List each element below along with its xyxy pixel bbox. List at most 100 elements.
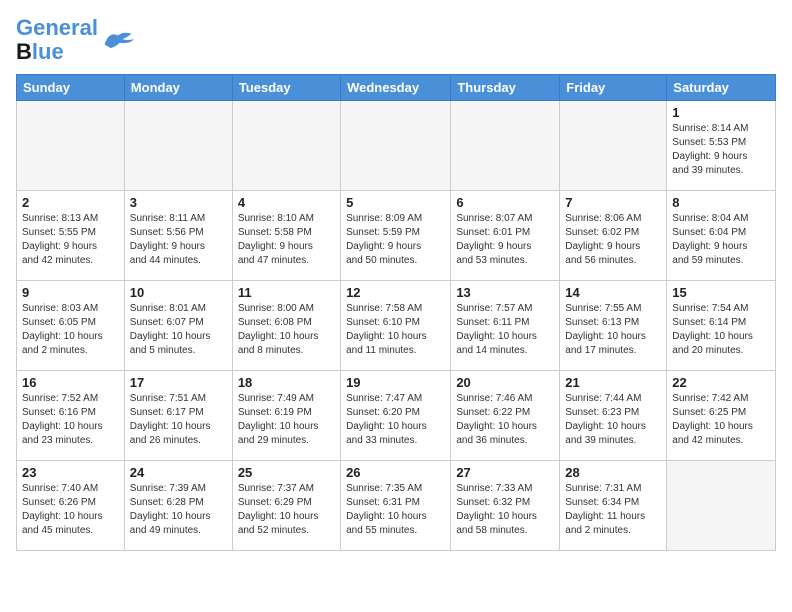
day-cell [341,101,451,191]
day-info: Sunrise: 8:09 AM Sunset: 5:59 PM Dayligh… [346,212,445,268]
day-info: Sunrise: 7:46 AM Sunset: 6:22 PM Dayligh… [456,392,554,448]
day-number: 16 [22,375,119,390]
day-number: 1 [672,105,770,120]
week-row-3: 9 Sunrise: 8:03 AM Sunset: 6:05 PM Daylig… [17,281,776,371]
day-info: Sunrise: 7:39 AM Sunset: 6:28 PM Dayligh… [130,482,227,538]
day-cell: 22 Sunrise: 7:42 AM Sunset: 6:25 PM Dayli… [667,371,776,461]
day-cell: 19Sunrise: 7:47 AM Sunset: 6:20 PM Dayli… [341,371,451,461]
day-cell: 12 Sunrise: 7:58 AM Sunset: 6:10 PM Dayli… [341,281,451,371]
day-info: Sunrise: 7:37 AM Sunset: 6:29 PM Dayligh… [238,482,335,538]
day-number: 10 [130,285,227,300]
day-number: 8 [672,195,770,210]
week-row-2: 2 Sunrise: 8:13 AM Sunset: 5:55 PM Daylig… [17,191,776,281]
day-info: Sunrise: 7:35 AM Sunset: 6:31 PM Dayligh… [346,482,445,538]
day-info: Sunrise: 7:40 AM Sunset: 6:26 PM Dayligh… [22,482,119,538]
logo-bird-icon [100,26,136,54]
day-cell: 21Sunrise: 7:44 AM Sunset: 6:23 PM Dayli… [560,371,667,461]
day-info: Sunrise: 7:47 AM Sunset: 6:20 PM Dayligh… [346,392,445,448]
day-number: 5 [346,195,445,210]
week-row-5: 23 Sunrise: 7:40 AM Sunset: 6:26 PM Dayli… [17,461,776,551]
day-cell [124,101,232,191]
day-info: Sunrise: 7:42 AM Sunset: 6:25 PM Dayligh… [672,392,770,448]
day-cell: 5 Sunrise: 8:09 AM Sunset: 5:59 PM Daylig… [341,191,451,281]
day-info: Sunrise: 7:58 AM Sunset: 6:10 PM Dayligh… [346,302,445,358]
day-cell: 1 Sunrise: 8:14 AM Sunset: 5:53 PM Daylig… [667,101,776,191]
day-info: Sunrise: 8:11 AM Sunset: 5:56 PM Dayligh… [130,212,227,268]
day-cell: 16 Sunrise: 7:52 AM Sunset: 6:16 PM Dayli… [17,371,125,461]
day-cell: 28Sunrise: 7:31 AM Sunset: 6:34 PM Dayli… [560,461,667,551]
day-cell: 26Sunrise: 7:35 AM Sunset: 6:31 PM Dayli… [341,461,451,551]
day-cell: 7 Sunrise: 8:06 AM Sunset: 6:02 PM Daylig… [560,191,667,281]
day-info: Sunrise: 8:10 AM Sunset: 5:58 PM Dayligh… [238,212,335,268]
day-info: Sunrise: 8:01 AM Sunset: 6:07 PM Dayligh… [130,302,227,358]
day-info: Sunrise: 8:14 AM Sunset: 5:53 PM Dayligh… [672,122,770,178]
day-cell [451,101,560,191]
day-info: Sunrise: 8:04 AM Sunset: 6:04 PM Dayligh… [672,212,770,268]
day-cell: 9 Sunrise: 8:03 AM Sunset: 6:05 PM Daylig… [17,281,125,371]
day-number: 27 [456,465,554,480]
day-number: 21 [565,375,661,390]
day-cell: 13 Sunrise: 7:57 AM Sunset: 6:11 PM Dayli… [451,281,560,371]
weekday-header-thursday: Thursday [451,75,560,101]
day-cell [560,101,667,191]
day-number: 22 [672,375,770,390]
day-cell: 15 Sunrise: 7:54 AM Sunset: 6:14 PM Dayli… [667,281,776,371]
day-cell: 14Sunrise: 7:55 AM Sunset: 6:13 PM Dayli… [560,281,667,371]
day-cell: 17 Sunrise: 7:51 AM Sunset: 6:17 PM Dayli… [124,371,232,461]
weekday-header-monday: Monday [124,75,232,101]
day-cell: 25 Sunrise: 7:37 AM Sunset: 6:29 PM Dayli… [232,461,340,551]
weekday-header-friday: Friday [560,75,667,101]
day-number: 9 [22,285,119,300]
day-number: 15 [672,285,770,300]
weekday-header-sunday: Sunday [17,75,125,101]
day-cell: 11 Sunrise: 8:00 AM Sunset: 6:08 PM Dayli… [232,281,340,371]
logo-text: GeneralBlue [16,16,98,64]
day-number: 28 [565,465,661,480]
day-number: 2 [22,195,119,210]
day-number: 24 [130,465,227,480]
day-cell: 10 Sunrise: 8:01 AM Sunset: 6:07 PM Dayli… [124,281,232,371]
day-info: Sunrise: 7:55 AM Sunset: 6:13 PM Dayligh… [565,302,661,358]
day-cell: 3 Sunrise: 8:11 AM Sunset: 5:56 PM Daylig… [124,191,232,281]
weekday-header-tuesday: Tuesday [232,75,340,101]
day-info: Sunrise: 7:49 AM Sunset: 6:19 PM Dayligh… [238,392,335,448]
weekday-header-saturday: Saturday [667,75,776,101]
day-cell: 18 Sunrise: 7:49 AM Sunset: 6:19 PM Dayli… [232,371,340,461]
day-info: Sunrise: 7:33 AM Sunset: 6:32 PM Dayligh… [456,482,554,538]
day-cell [232,101,340,191]
day-info: Sunrise: 8:07 AM Sunset: 6:01 PM Dayligh… [456,212,554,268]
day-cell: 8 Sunrise: 8:04 AM Sunset: 6:04 PM Daylig… [667,191,776,281]
day-info: Sunrise: 8:00 AM Sunset: 6:08 PM Dayligh… [238,302,335,358]
day-info: Sunrise: 7:51 AM Sunset: 6:17 PM Dayligh… [130,392,227,448]
logo: GeneralBlue [16,16,136,64]
week-row-1: 1 Sunrise: 8:14 AM Sunset: 5:53 PM Daylig… [17,101,776,191]
calendar-table: SundayMondayTuesdayWednesdayThursdayFrid… [16,74,776,551]
day-cell [17,101,125,191]
day-info: Sunrise: 7:54 AM Sunset: 6:14 PM Dayligh… [672,302,770,358]
day-info: Sunrise: 7:52 AM Sunset: 6:16 PM Dayligh… [22,392,119,448]
day-number: 11 [238,285,335,300]
day-number: 20 [456,375,554,390]
day-info: Sunrise: 7:57 AM Sunset: 6:11 PM Dayligh… [456,302,554,358]
day-number: 25 [238,465,335,480]
day-cell: 20 Sunrise: 7:46 AM Sunset: 6:22 PM Dayli… [451,371,560,461]
day-cell: 24 Sunrise: 7:39 AM Sunset: 6:28 PM Dayli… [124,461,232,551]
day-info: Sunrise: 8:03 AM Sunset: 6:05 PM Dayligh… [22,302,119,358]
day-number: 23 [22,465,119,480]
day-cell: 23 Sunrise: 7:40 AM Sunset: 6:26 PM Dayli… [17,461,125,551]
weekday-header-wednesday: Wednesday [341,75,451,101]
weekday-header-row: SundayMondayTuesdayWednesdayThursdayFrid… [17,75,776,101]
day-number: 12 [346,285,445,300]
day-number: 18 [238,375,335,390]
day-number: 7 [565,195,661,210]
day-cell: 4 Sunrise: 8:10 AM Sunset: 5:58 PM Daylig… [232,191,340,281]
day-number: 3 [130,195,227,210]
page-header: GeneralBlue [16,16,776,64]
day-number: 17 [130,375,227,390]
day-number: 13 [456,285,554,300]
day-number: 6 [456,195,554,210]
week-row-4: 16 Sunrise: 7:52 AM Sunset: 6:16 PM Dayli… [17,371,776,461]
day-number: 4 [238,195,335,210]
day-info: Sunrise: 8:13 AM Sunset: 5:55 PM Dayligh… [22,212,119,268]
day-info: Sunrise: 8:06 AM Sunset: 6:02 PM Dayligh… [565,212,661,268]
